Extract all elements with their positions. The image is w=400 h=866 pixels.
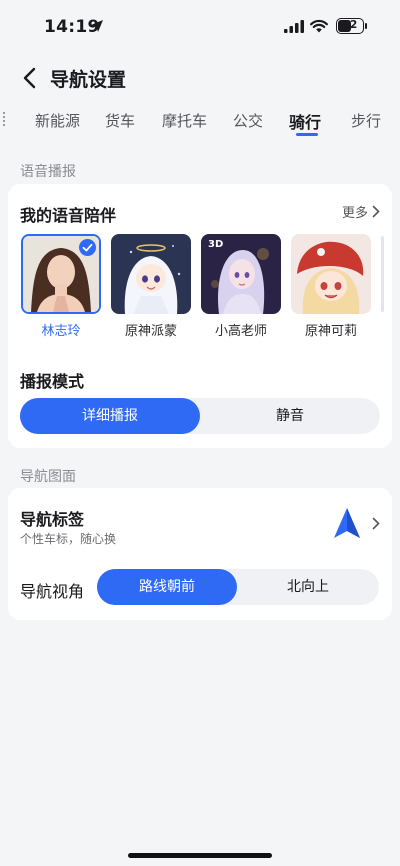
nav-marker-title: 导航标签 [20,510,85,529]
view-north-up-option[interactable]: 北向上 [237,569,379,605]
selected-check-icon [79,239,96,256]
voice-item-paimon[interactable]: 原神派蒙 [111,234,191,339]
voice-companion-title: 我的语音陪伴 [20,206,117,225]
wifi-icon [310,19,328,33]
location-arrow-icon [91,20,103,32]
battery-level: 52 [342,19,358,31]
mode-detailed-option[interactable]: 详细播报 [20,398,200,434]
voice-avatar-paimon [111,234,191,314]
voice-name: 小高老师 [214,324,267,339]
paimon-character-image [111,234,191,314]
navigation-arrow-icon [334,508,360,538]
voice-avatar-xiaogao: 3D [201,234,281,314]
voice-list: 林志玲 原神派蒙 3D 小高老师 原神可莉 [20,234,392,344]
tab-scroll-edge [3,112,5,126]
nav-view-segmented: 路线朝前 北向上 [97,569,379,605]
tab-new-energy[interactable]: 新能源 [35,110,80,131]
home-indicator [128,853,272,858]
nav-view-title: 导航视角 [20,582,85,601]
nav-section-header: 导航图面 [20,469,76,485]
voice-avatar-klee [291,234,371,314]
voice-avatar-lin-zhiling [21,234,101,314]
view-route-forward-option[interactable]: 路线朝前 [97,569,237,605]
voice-name: 原神可莉 [304,324,357,339]
chevron-right-icon [372,517,380,530]
active-tab-indicator [296,133,318,136]
voice-name: 林志玲 [41,324,81,339]
back-icon[interactable] [16,64,44,92]
mode-mute-option[interactable]: 静音 [200,398,380,434]
more-label: 更多 [341,206,368,221]
battery-icon: 52 [336,18,364,34]
page-title: 导航设置 [50,69,127,91]
voice-list-scroll-edge [381,236,384,312]
tab-motorcycle[interactable]: 摩托车 [162,110,207,131]
broadcast-mode-segmented: 详细播报 静音 [20,398,380,434]
voice-name: 原神派蒙 [124,324,177,339]
nav-marker-row[interactable]: 导航标签 个性车标，随心换 [8,488,392,558]
more-voices-link[interactable]: 更多 [342,202,380,221]
chevron-right-icon [372,205,380,218]
vehicle-tabs: 新能源 货车 摩托车 公交 骑行 步行 [0,108,400,138]
voice-section-header: 语音播报 [20,164,76,180]
voice-item-klee[interactable]: 原神可莉 [291,234,371,339]
status-bar: 14:19 52 [0,0,400,50]
klee-character-image [291,234,371,314]
broadcast-mode-title: 播报模式 [20,372,85,391]
cellular-signal-icon [284,20,304,33]
badge-3d: 3D [208,239,224,250]
voice-card: 我的语音陪伴 更多 林志玲 原神派蒙 3D 小高老师 原神可莉 播报模式 详细播… [8,184,392,448]
voice-item-xiaogao[interactable]: 3D 小高老师 [201,234,281,339]
nav-marker-subtitle: 个性车标，随心换 [20,532,117,546]
battery-cap [365,23,367,29]
nav-display-card: 导航标签 个性车标，随心换 导航视角 路线朝前 北向上 [8,488,392,620]
tab-truck[interactable]: 货车 [105,110,135,131]
tab-walking[interactable]: 步行 [351,110,381,131]
tab-cycling[interactable]: 骑行 [289,109,321,133]
tab-bus[interactable]: 公交 [233,110,263,131]
voice-item-lin-zhiling[interactable]: 林志玲 [21,234,101,339]
